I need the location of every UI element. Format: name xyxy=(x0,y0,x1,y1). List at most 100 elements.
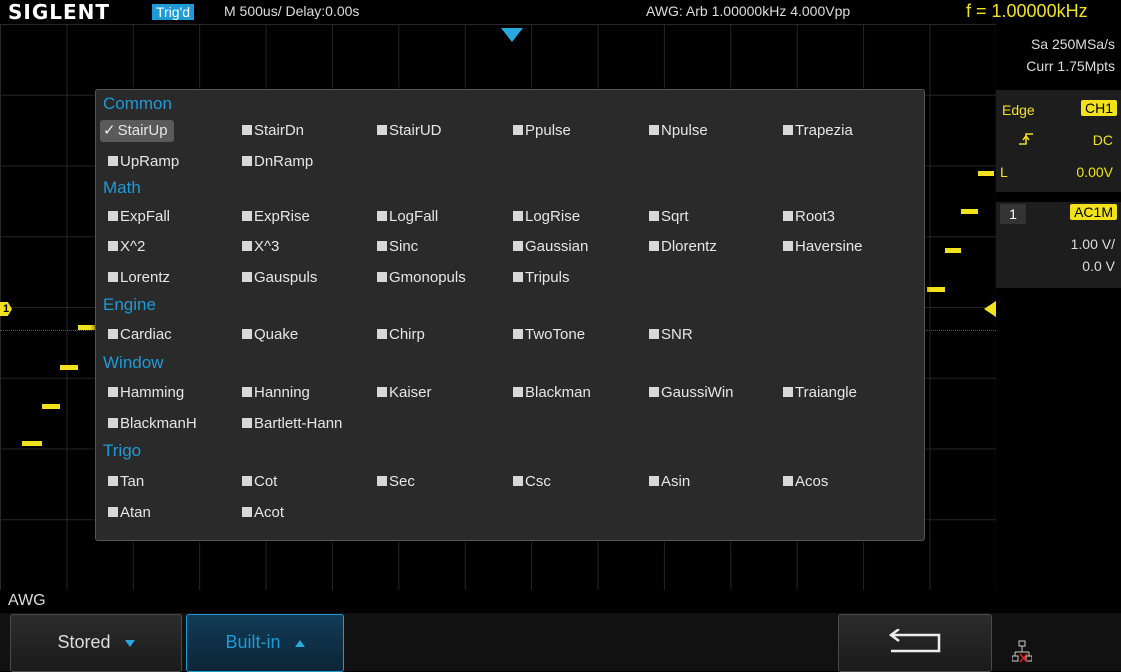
wave-sqrt[interactable]: Sqrt xyxy=(649,206,689,228)
square-icon xyxy=(108,387,118,397)
wave-chirp[interactable]: Chirp xyxy=(377,324,425,346)
frequency-readout: f = 1.00000kHz xyxy=(966,1,1088,21)
wave-stairup[interactable]: ✓ StairUp xyxy=(100,120,174,142)
info-panel: Sa 250MSa/s Curr 1.75Mpts Edge CH1 DC L … xyxy=(996,24,1121,590)
wave-bartletthann[interactable]: Bartlett-Hann xyxy=(242,413,342,435)
wave-atan[interactable]: Atan xyxy=(108,502,151,524)
wave-sinc[interactable]: Sinc xyxy=(377,236,418,258)
trigger-level-label: L xyxy=(1000,164,1008,180)
wave-root3[interactable]: Root3 xyxy=(783,206,835,228)
trace-segment xyxy=(945,248,961,253)
square-icon xyxy=(513,211,523,221)
wave-tan[interactable]: Tan xyxy=(108,471,144,493)
trace-segment xyxy=(78,325,96,330)
trace-segment xyxy=(927,287,945,292)
network-icon xyxy=(1012,640,1032,663)
wave-acos[interactable]: Acos xyxy=(783,471,828,493)
wave-npulse[interactable]: Npulse xyxy=(649,120,708,142)
square-icon xyxy=(242,125,252,135)
category-math: Math xyxy=(103,178,141,197)
menu-title: AWG xyxy=(8,592,46,609)
wave-gaussiwin[interactable]: GaussiWin xyxy=(649,382,734,404)
square-icon xyxy=(649,241,659,251)
arrow-up-icon xyxy=(294,639,305,647)
square-icon xyxy=(513,387,523,397)
trace-segment xyxy=(42,404,60,409)
builtin-waveform-menu: Common ✓ StairUp StairDn StairUD Ppulse N… xyxy=(95,89,925,541)
square-icon xyxy=(783,241,793,251)
square-icon xyxy=(649,329,659,339)
wave-x3[interactable]: X^3 xyxy=(242,236,279,258)
wave-acot[interactable]: Acot xyxy=(242,502,284,524)
wave-stairud[interactable]: StairUD xyxy=(377,120,442,142)
wave-exprise[interactable]: ExpRise xyxy=(242,206,310,228)
wave-blackman[interactable]: Blackman xyxy=(513,382,591,404)
square-icon xyxy=(108,156,118,166)
wave-blackmanh[interactable]: BlackmanH xyxy=(108,413,197,435)
wave-twotone[interactable]: TwoTone xyxy=(513,324,585,346)
wave-x2[interactable]: X^2 xyxy=(108,236,145,258)
wave-hamming[interactable]: Hamming xyxy=(108,382,184,404)
square-icon xyxy=(242,476,252,486)
arrow-down-icon xyxy=(124,639,135,647)
wave-kaiser[interactable]: Kaiser xyxy=(377,382,432,404)
wave-gmonopuls[interactable]: Gmonopuls xyxy=(377,267,466,289)
wave-ppulse[interactable]: Ppulse xyxy=(513,120,571,142)
category-engine: Engine xyxy=(103,295,156,314)
wave-gauspuls[interactable]: Gauspuls xyxy=(242,267,317,289)
wave-haversine[interactable]: Haversine xyxy=(783,236,863,258)
wave-dnramp[interactable]: DnRamp xyxy=(242,151,313,173)
square-icon xyxy=(377,387,387,397)
wave-dlorentz[interactable]: Dlorentz xyxy=(649,236,717,258)
channel1-info-box[interactable]: 1 AC1M 1.00 V/ 0.0 V xyxy=(996,202,1121,288)
wave-upramp[interactable]: UpRamp xyxy=(108,151,179,173)
wave-gaussian[interactable]: Gaussian xyxy=(513,236,588,258)
square-icon xyxy=(649,125,659,135)
volts-per-div: 1.00 V/ xyxy=(1070,236,1115,252)
status-bar: SIGLENT Trig'd M 500us/ Delay:0.00s AWG:… xyxy=(0,0,1121,24)
trace-segment xyxy=(60,365,78,370)
wave-snr[interactable]: SNR xyxy=(649,324,693,346)
wave-lorentz[interactable]: Lorentz xyxy=(108,267,170,289)
square-icon xyxy=(108,211,118,221)
wave-csc[interactable]: Csc xyxy=(513,471,551,493)
trigger-position-marker[interactable] xyxy=(501,28,523,42)
square-icon xyxy=(377,125,387,135)
memory-depth: Curr 1.75Mpts xyxy=(1026,58,1115,74)
trigger-coupling: DC xyxy=(1092,132,1113,148)
square-icon xyxy=(377,241,387,251)
wave-sec[interactable]: Sec xyxy=(377,471,415,493)
square-icon xyxy=(377,329,387,339)
channel-number: 1 xyxy=(1000,204,1026,224)
trigger-source-badge: CH1 xyxy=(1080,100,1117,116)
square-icon xyxy=(108,476,118,486)
stored-button[interactable]: Stored xyxy=(10,614,182,672)
wave-tripuls[interactable]: Tripuls xyxy=(513,267,569,289)
square-icon xyxy=(242,418,252,428)
square-icon xyxy=(649,211,659,221)
square-icon xyxy=(108,329,118,339)
square-icon xyxy=(242,507,252,517)
square-icon xyxy=(242,241,252,251)
wave-trapezia[interactable]: Trapezia xyxy=(783,120,853,142)
square-icon xyxy=(649,476,659,486)
trigger-level-marker[interactable] xyxy=(984,301,996,317)
wave-logrise[interactable]: LogRise xyxy=(513,206,580,228)
wave-cot[interactable]: Cot xyxy=(242,471,277,493)
wave-expfall[interactable]: ExpFall xyxy=(108,206,170,228)
wave-stairdn[interactable]: StairDn xyxy=(242,120,304,142)
trigger-info-box[interactable]: Edge CH1 DC L 0.00V xyxy=(996,90,1121,192)
wave-quake[interactable]: Quake xyxy=(242,324,298,346)
builtin-button[interactable]: Built-in xyxy=(186,614,344,672)
brand-logo: SIGLENT xyxy=(8,0,111,24)
wave-cardiac[interactable]: Cardiac xyxy=(108,324,172,346)
square-icon xyxy=(649,387,659,397)
wave-logfall[interactable]: LogFall xyxy=(377,206,438,228)
wave-hanning[interactable]: Hanning xyxy=(242,382,310,404)
channel-offset: 0.0 V xyxy=(1082,258,1115,274)
wave-traiangle[interactable]: Traiangle xyxy=(783,382,857,404)
back-button[interactable] xyxy=(838,614,992,672)
wave-asin[interactable]: Asin xyxy=(649,471,690,493)
check-icon: ✓ xyxy=(103,122,116,139)
category-window: Window xyxy=(103,353,164,372)
